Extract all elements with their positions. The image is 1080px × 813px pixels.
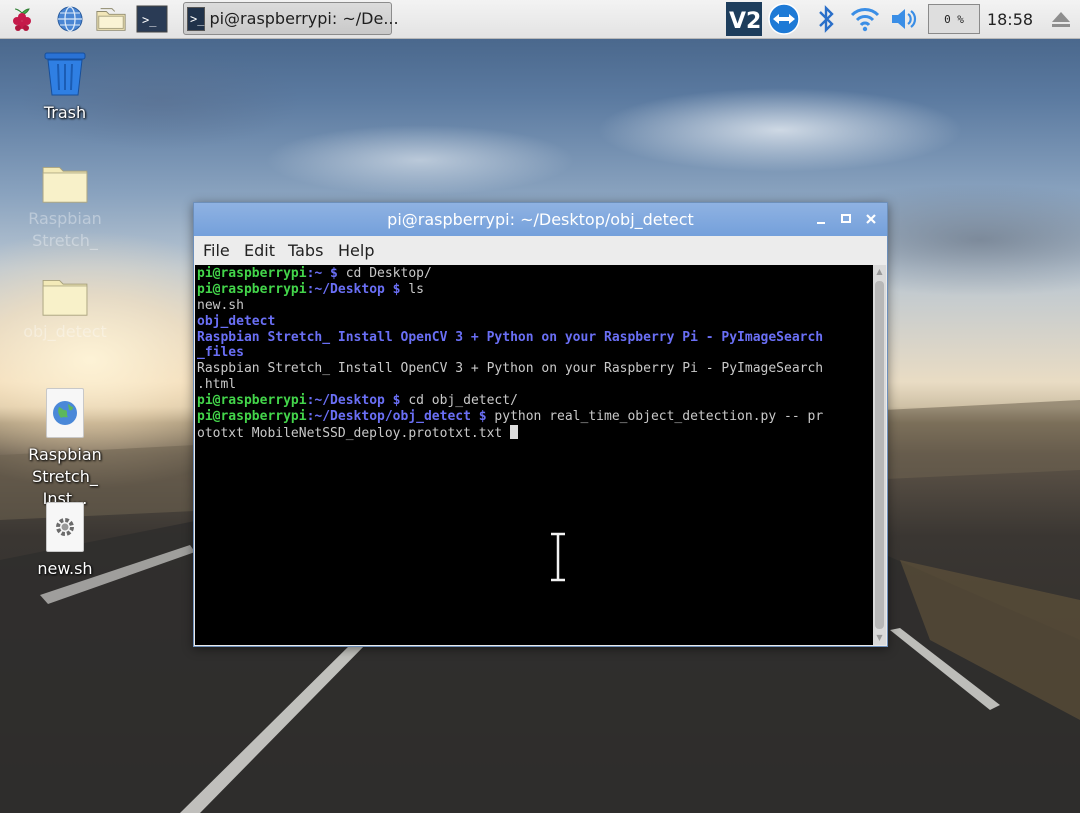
teamviewer-icon[interactable]	[768, 3, 800, 35]
terminal-window[interactable]: pi@raspberrypi: ~/Desktop/obj_detect Fil…	[193, 202, 888, 647]
cpu-usage-text: 0 %	[944, 12, 964, 26]
raspberry-menu-icon[interactable]	[6, 3, 38, 35]
clock[interactable]: 18:58	[984, 0, 1036, 38]
menu-tabs[interactable]: Tabs	[288, 236, 323, 265]
desktop-icon-label: Trash	[43, 103, 87, 122]
terminal-line: obj_detect	[197, 313, 276, 329]
terminal-line: pi@raspberrypi:~/Desktop/obj_detect $ py…	[197, 409, 824, 425]
terminal-line: ototxt MobileNetSSD_deploy.prototxt.txt	[197, 424, 873, 441]
html-file-icon	[46, 388, 84, 438]
terminal-task-button[interactable]: >_ pi@raspberrypi: ~/De...	[183, 2, 399, 35]
cpu-monitor[interactable]: 0 %	[928, 4, 980, 34]
wifi-icon[interactable]	[849, 3, 881, 35]
terminal-line: pi@raspberrypi:~/Desktop $ cd obj_detect…	[197, 393, 518, 409]
terminal-line: _files	[197, 345, 244, 361]
terminal-line: Raspbian Stretch_ Install OpenCV 3 + Pyt…	[197, 361, 824, 377]
desktop-icon-html-file[interactable]: Raspbian Stretch_ Inst...	[10, 388, 120, 510]
globe-icon[interactable]	[54, 3, 86, 35]
desktop-icon-label-line1: Raspbian	[28, 445, 102, 464]
volume-icon[interactable]	[888, 3, 920, 35]
terminal-line: new.sh	[197, 297, 244, 313]
eject-icon[interactable]	[1045, 3, 1077, 35]
desktop-icon-label: new.sh	[37, 559, 93, 578]
window-title: pi@raspberrypi: ~/Desktop/obj_detect	[387, 210, 694, 229]
desktop-icon-trash[interactable]: Trash	[10, 50, 120, 124]
script-file-icon	[46, 502, 84, 552]
terminal-icon[interactable]: >_	[136, 3, 168, 35]
window-titlebar[interactable]: pi@raspberrypi: ~/Desktop/obj_detect	[194, 203, 887, 236]
terminal-scrollbar[interactable]: ▲ ▼	[873, 265, 886, 645]
menu-help[interactable]: Help	[338, 236, 374, 265]
scroll-up-icon[interactable]: ▲	[873, 266, 886, 278]
terminal-line: pi@raspberrypi:~ $ cd Desktop/	[197, 266, 432, 281]
vnc-label: V2	[729, 9, 761, 34]
maximize-icon[interactable]	[838, 211, 854, 227]
top-panel: >_ >_ pi@raspberrypi: ~/De... V2 0 % 18:…	[0, 0, 1080, 39]
terminal-icon: >_	[187, 6, 206, 31]
desktop-icon-label: Raspbian Stretch_	[28, 209, 102, 250]
folder-icon	[42, 280, 88, 316]
vnc-icon[interactable]: V2	[726, 2, 762, 36]
scroll-down-icon[interactable]: ▼	[873, 632, 886, 644]
ibeam-cursor-icon	[551, 532, 565, 582]
menu-bar: File Edit Tabs Help	[194, 236, 887, 265]
scrollbar-thumb[interactable]	[875, 281, 884, 629]
desktop-icon-label: obj_detect	[23, 322, 107, 341]
minimize-icon[interactable]	[813, 211, 829, 227]
desktop-icon-raspbian-folder[interactable]: Raspbian Stretch_	[10, 162, 120, 252]
menu-file[interactable]: File	[203, 236, 230, 265]
terminal-line: .html	[197, 377, 237, 393]
folder-icon[interactable]	[95, 3, 127, 35]
folder-icon	[42, 167, 88, 203]
terminal-cursor	[510, 424, 519, 439]
desktop-icon-new-sh[interactable]: new.sh	[10, 502, 120, 580]
terminal-line: Raspbian Stretch_ Install OpenCV 3 + Pyt…	[197, 329, 824, 345]
terminal-output[interactable]: pi@raspberrypi:~ $ cd Desktop/ pi@raspbe…	[195, 265, 873, 645]
menu-edit[interactable]: Edit	[244, 236, 275, 265]
bluetooth-icon[interactable]	[810, 3, 842, 35]
trash-icon	[44, 52, 86, 96]
svg-text:>_: >_	[142, 13, 157, 27]
terminal-line: pi@raspberrypi:~/Desktop $ ls	[197, 281, 424, 297]
desktop-icon-obj-detect-folder[interactable]: obj_detect	[10, 275, 120, 343]
task-button-label: pi@raspberrypi: ~/De...	[209, 9, 399, 28]
close-icon[interactable]	[863, 211, 879, 227]
